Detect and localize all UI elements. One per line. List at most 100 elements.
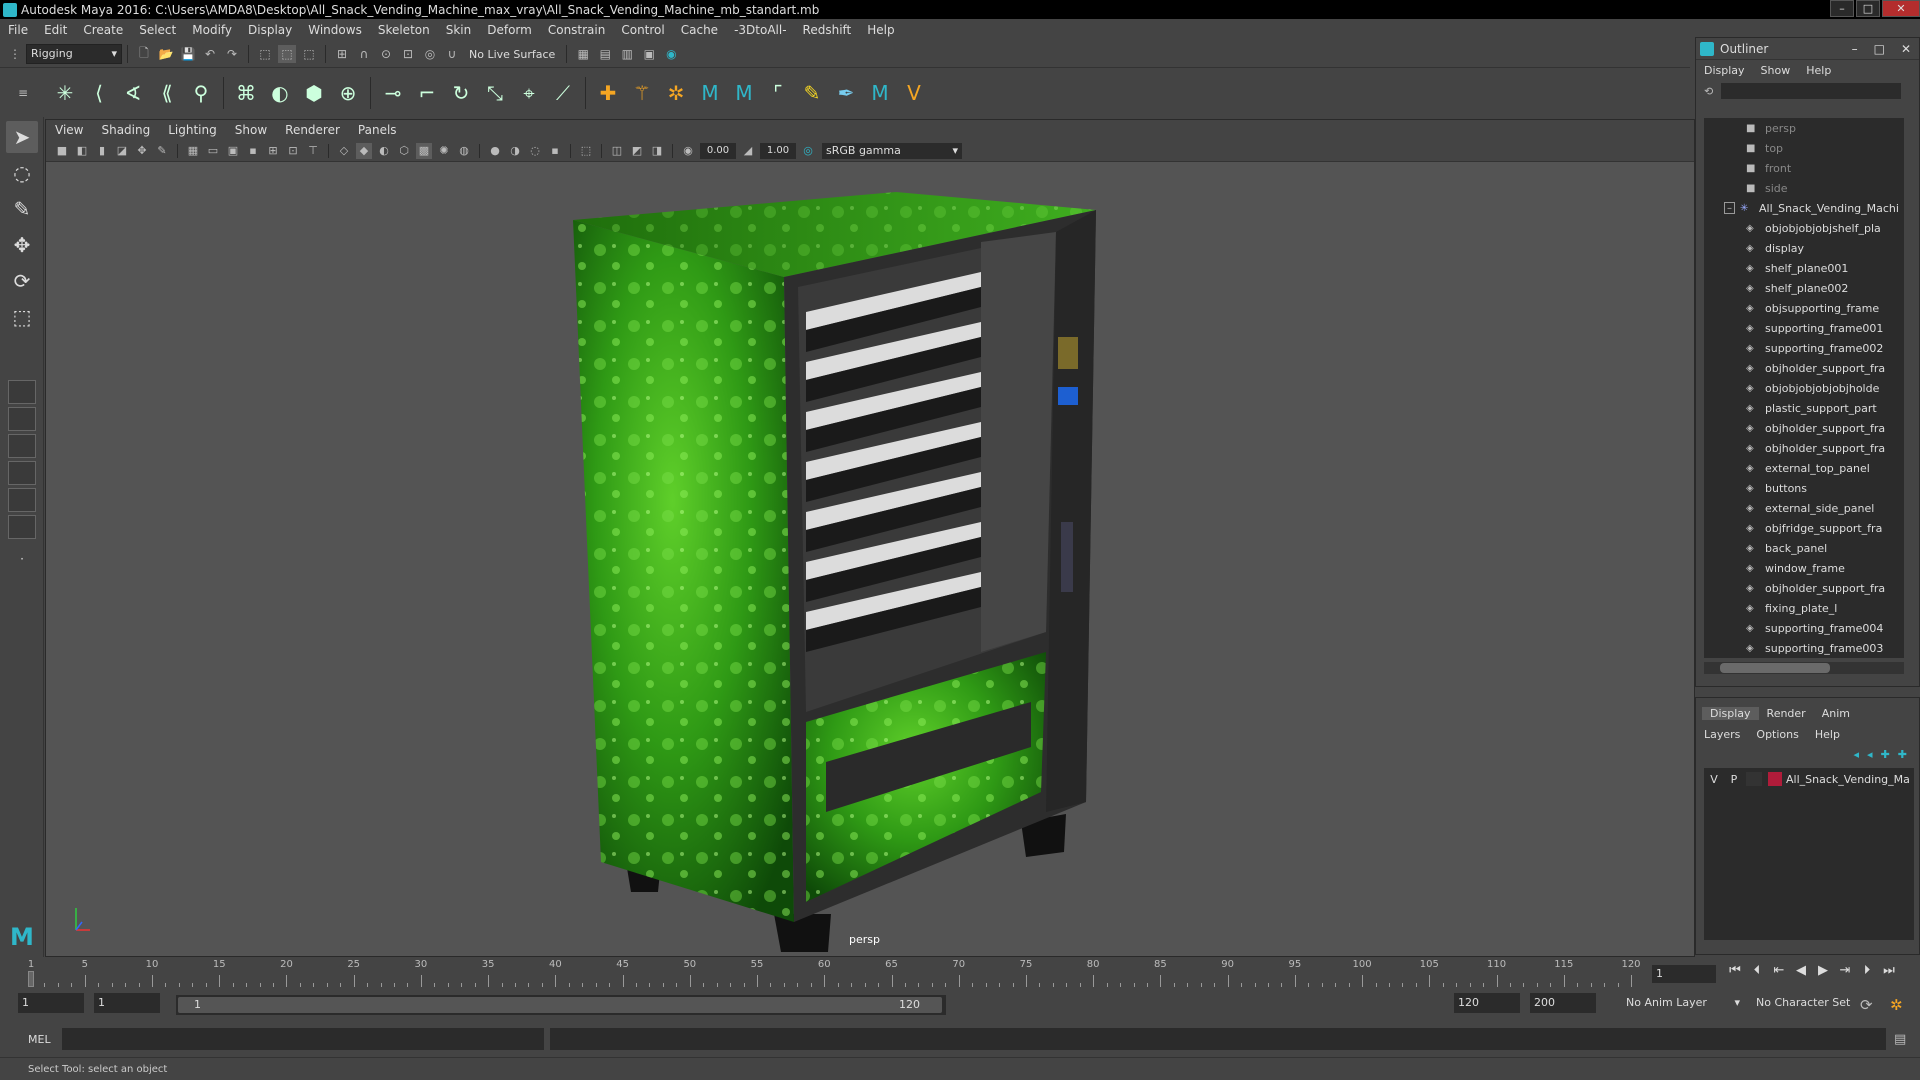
exposure-field[interactable]: 0.00 [700,142,736,159]
outliner-item[interactable]: ◈ back_panel [1704,538,1904,558]
orient-constraint-icon[interactable]: ↻ [446,77,476,109]
outliner-item[interactable]: ◈ display [1704,238,1904,258]
menu-constrain[interactable]: Constrain [540,23,614,37]
render-settings-icon[interactable]: ▥ [618,45,636,63]
gate-mask-icon[interactable]: ▪ [245,143,261,159]
viewport-panel[interactable]: View Shading Lighting Show Renderer Pane… [45,119,1695,957]
vp-menu-shading[interactable]: Shading [92,123,159,137]
move-layer-down-icon[interactable]: ◂ [1863,748,1877,761]
snap-point-icon[interactable]: ⊙ [377,45,395,63]
layer-menu-help[interactable]: Help [1807,728,1848,741]
menu-redshift[interactable]: Redshift [795,23,860,37]
more-layouts-icon[interactable]: · [6,543,38,575]
vp-menu-panels[interactable]: Panels [349,123,406,137]
outliner-item[interactable]: ◈ objobjobjobjobjholde [1704,378,1904,398]
point-constraint-icon[interactable]: ⊸ [378,77,408,109]
shadows-icon[interactable]: ◍ [456,143,472,159]
outliner-item[interactable]: ◈ objholder_support_fra [1704,578,1904,598]
collapse-icon[interactable]: – [1724,202,1735,214]
animation-start-field[interactable]: 1 [18,993,84,1013]
new-layer-icon[interactable]: ✚ [1877,748,1894,761]
current-time-marker[interactable] [28,971,34,987]
outliner-item[interactable]: ◈ buttons [1704,478,1904,498]
vfx-icon[interactable]: V [899,77,929,109]
outliner-item[interactable]: ■ top [1704,138,1904,158]
outliner-item[interactable]: ◈ plastic_support_part [1704,398,1904,418]
cluster-icon[interactable]: ⊕ [333,77,363,109]
menu-modify[interactable]: Modify [184,23,240,37]
safe-action-icon[interactable]: ⊡ [285,143,301,159]
play-backwards-icon[interactable]: ◀ [1790,963,1812,983]
outliner-item[interactable]: ◈ supporting_frame003 [1704,638,1904,658]
close-icon[interactable]: ✕ [1893,42,1919,56]
menu-cache[interactable]: Cache [673,23,726,37]
lasso-tool-icon[interactable]: ◌ [6,157,38,189]
human-ik-icon[interactable]: M [729,77,759,109]
step-forward-frame-icon[interactable]: ⏵ [1856,963,1878,983]
outliner-item[interactable]: ◈ fixing_plate_l [1704,598,1904,618]
wireframe-on-shaded-icon[interactable]: ⬡ [396,143,412,159]
single-view-layout-icon[interactable] [8,380,36,404]
menu-3dtoall[interactable]: -3DtoAll- [726,23,794,37]
outliner-item[interactable]: ◈ objfridge_support_fra [1704,518,1904,538]
outliner-item[interactable]: ◈ objholder_support_fra [1704,438,1904,458]
range-bar[interactable]: 1 120 [176,995,946,1015]
default-material-icon[interactable]: ◐ [376,143,392,159]
layer-name[interactable]: All_Snack_Vending_Ma [1786,773,1910,786]
minimize-button[interactable]: – [1830,0,1854,17]
time-slider-track[interactable]: 1 5 10 15 20 25 30 35 40 45 50 55 60 65 70 75 80 85 90 95 10… [26,959,1641,987]
hik-icon[interactable]: ✲ [661,77,691,109]
select-hierarchy-icon[interactable]: ⬚ [256,45,274,63]
motion-blur-icon[interactable]: ◑ [507,143,523,159]
menu-edit[interactable]: Edit [36,23,75,37]
outliner-item[interactable]: ■ side [1704,178,1904,198]
shelf-menu-icon[interactable]: ≡ [14,73,32,113]
menuset-dropdown[interactable]: Rigging ▾ [26,44,122,64]
character-controls-icon[interactable]: M [695,77,725,109]
outliner-item[interactable]: ◈ supporting_frame001 [1704,318,1904,338]
outliner-item[interactable]: ◈ supporting_frame002 [1704,338,1904,358]
maximize-icon[interactable]: □ [1866,42,1893,56]
playback-end-field[interactable]: 120 [1454,993,1520,1013]
menu-file[interactable]: File [0,23,36,37]
depth-of-field-icon[interactable]: ▪ [547,143,563,159]
gamma-icon[interactable]: ◢ [740,143,756,159]
exposure-icon[interactable]: ◉ [680,143,696,159]
sculpt-icon[interactable]: ✒ [831,77,861,109]
locator-icon[interactable]: ✚ [593,77,623,109]
snap-surface-icon[interactable]: ◎ [421,45,439,63]
xray-joints-icon[interactable]: ◩ [629,143,645,159]
grease-pencil-icon[interactable]: ✎ [154,143,170,159]
move-layer-up-icon[interactable]: ◂ [1850,748,1864,761]
tab-render[interactable]: Render [1759,707,1814,720]
pole-vector-icon[interactable]: ⟋ [548,77,578,109]
paint-select-icon[interactable]: ✎ [6,193,38,225]
bind-skin-icon[interactable]: ⌘ [231,77,261,109]
resolution-gate-icon[interactable]: ▣ [225,143,241,159]
camera-icon[interactable]: ■ [54,143,70,159]
redo-icon[interactable]: ↷ [223,45,241,63]
color-management-icon[interactable]: ◎ [800,143,816,159]
go-to-end-icon[interactable]: ⏭ [1878,963,1900,983]
textured-icon[interactable]: ▩ [416,142,432,159]
outliner-item[interactable]: ◈ supporting_frame004 [1704,618,1904,638]
layer-menu-layers[interactable]: Layers [1696,728,1748,741]
rotate-tool-icon[interactable]: ⟳ [6,265,38,297]
outliner-menu-display[interactable]: Display [1696,64,1753,77]
layer-color-swatch[interactable] [1768,772,1782,786]
outliner-item[interactable]: ◈ shelf_plane002 [1704,278,1904,298]
step-back-key-icon[interactable]: ⇤ [1768,963,1790,983]
paint-weights-icon[interactable]: ◐ [265,77,295,109]
open-scene-icon[interactable]: 📂 [157,45,175,63]
snap-view-icon[interactable]: ⊡ [399,45,417,63]
ik-spline-icon[interactable]: ∢ [118,77,148,109]
play-forwards-icon[interactable]: ▶ [1812,963,1834,983]
outliner-item[interactable]: ■ front [1704,158,1904,178]
outliner-item[interactable]: ◈ shelf_plane001 [1704,258,1904,278]
live-surface-label[interactable]: No Live Surface [469,48,555,61]
camera-attr-icon[interactable]: ◧ [74,143,90,159]
range-handle[interactable]: 1 120 [178,997,942,1013]
snap-magnet-icon[interactable]: ∪ [443,45,461,63]
color-space-dropdown[interactable]: sRGB gamma ▾ [822,142,962,159]
outliner-menu-show[interactable]: Show [1753,64,1799,77]
